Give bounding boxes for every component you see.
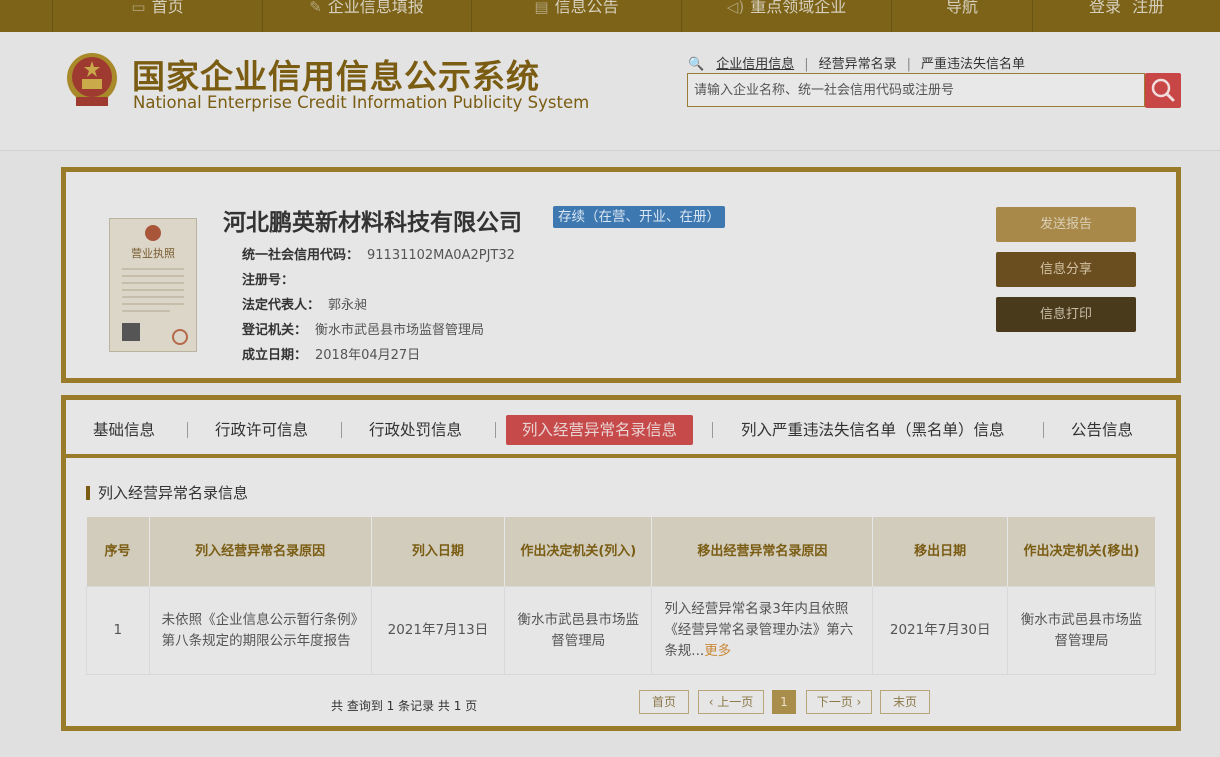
cell-date-out: 2021年7月30日 bbox=[872, 586, 1008, 675]
search-type-blacklist[interactable]: 严重违法失信名单 bbox=[921, 57, 1025, 72]
business-license-image[interactable]: 营业执照 bbox=[109, 218, 197, 352]
status-badge: 存续（在营、开业、在册） bbox=[553, 206, 725, 228]
tab-abnormal-list[interactable]: 列入经营异常名录信息 bbox=[506, 415, 694, 445]
search-type-links: 🔍 企业信用信息 | 经营异常名录 | 严重违法失信名单 bbox=[688, 57, 1026, 72]
nav-item-report[interactable]: ✎ 企业信息填报 bbox=[262, 0, 472, 32]
search-box bbox=[687, 73, 1145, 107]
magnifier-icon bbox=[1151, 78, 1175, 102]
search-type-abnormal[interactable]: 经营异常名录 bbox=[819, 57, 897, 72]
tab-bar: 基础信息 行政许可信息 行政处罚信息 列入经营异常名录信息 列入严重违法失信名单… bbox=[66, 400, 1176, 458]
col-header-reason-in: 列入经营异常名录原因 bbox=[149, 517, 372, 587]
pager-next[interactable]: 下一页 › bbox=[806, 690, 872, 714]
search-icon: 🔍 bbox=[688, 57, 705, 72]
record-count: 共 查询到 1 条记录 共 1 页 bbox=[331, 699, 478, 713]
col-header-date-out: 移出日期 bbox=[872, 517, 1008, 587]
cell-date-in: 2021年7月13日 bbox=[370, 586, 506, 675]
pager-last[interactable]: 末页 bbox=[880, 690, 930, 714]
info-reg-authority: 登记机关： 衡水市武邑县市场监督管理局 bbox=[242, 323, 485, 338]
table-header-row: 序号 列入经营异常名录原因 列入日期 作出决定机关(列入) 移出经营异常名录原因… bbox=[86, 517, 1157, 587]
nav-item-key-enterprise[interactable]: ◁) 重点领域企业 bbox=[682, 0, 892, 32]
license-label: 营业执照 bbox=[131, 246, 175, 260]
login-link[interactable]: 登录 bbox=[1089, 0, 1121, 16]
more-link[interactable]: 更多 bbox=[704, 643, 731, 659]
tab-basic-info[interactable]: 基础信息 bbox=[93, 415, 155, 445]
tab-admin-license[interactable]: 行政许可信息 bbox=[215, 415, 308, 445]
info-established-date: 成立日期： 2018年04月27日 bbox=[242, 348, 421, 363]
abnormal-list-table: 序号 列入经营异常名录原因 列入日期 作出决定机关(列入) 移出经营异常名录原因… bbox=[86, 517, 1157, 675]
company-card: 营业执照 河北鹏英新材料科技有限公司 存续（在营、开业、在册） 统一社会信用代码… bbox=[61, 167, 1181, 383]
cell-org-out: 衡水市武邑县市场监督管理局 bbox=[1006, 586, 1157, 675]
tab-admin-penalty[interactable]: 行政处罚信息 bbox=[369, 415, 462, 445]
print-info-button[interactable]: 信息打印 bbox=[996, 297, 1136, 332]
col-header-org-in: 作出决定机关(列入) bbox=[504, 517, 653, 587]
search-button[interactable] bbox=[1145, 73, 1181, 108]
site-title: 国家企业信用信息公示系统 bbox=[132, 57, 540, 96]
send-report-button[interactable]: 发送报告 bbox=[996, 207, 1136, 242]
nav-item-home[interactable]: ▭ 首页 bbox=[52, 0, 263, 32]
cell-no: 1 bbox=[86, 586, 150, 675]
register-link[interactable]: 注册 bbox=[1132, 0, 1164, 16]
speaker-icon: ◁) bbox=[726, 0, 745, 16]
info-reg-number: 注册号： bbox=[242, 273, 295, 288]
info-legal-rep: 法定代表人： 郭永昶 bbox=[242, 298, 368, 313]
pager-first[interactable]: 首页 bbox=[639, 690, 689, 714]
tab-blacklist[interactable]: 列入严重违法失信名单（黑名单）信息 bbox=[741, 415, 1005, 445]
site-header: 国家企业信用信息公示系统 National Enterprise Credit … bbox=[0, 32, 1220, 151]
col-header-org-out: 作出决定机关(移出) bbox=[1007, 517, 1157, 587]
cell-org-in: 衡水市武邑县市场监督管理局 bbox=[504, 586, 653, 675]
col-header-reason-out: 移出经营异常名录原因 bbox=[651, 517, 874, 587]
national-emblem-icon bbox=[67, 53, 117, 106]
cell-reason-out: 列入经营异常名录3年内且依照《经营异常名录管理办法》第六条规...更多 bbox=[651, 586, 874, 675]
info-credit-code: 统一社会信用代码： 91131102MA0A2PJT32 bbox=[242, 248, 515, 263]
monitor-icon: ▭ bbox=[131, 0, 146, 16]
site-title-en: National Enterprise Credit Information P… bbox=[133, 93, 590, 112]
nav-item-announcement[interactable]: ▤ 信息公告 bbox=[472, 0, 682, 32]
pager-prev[interactable]: ‹ 上一页 bbox=[698, 690, 764, 714]
tab-announcements[interactable]: 公告信息 bbox=[1071, 415, 1133, 445]
share-info-button[interactable]: 信息分享 bbox=[996, 252, 1136, 287]
pager-current[interactable]: 1 bbox=[772, 690, 796, 714]
search-input[interactable] bbox=[688, 74, 1144, 106]
top-nav: ▭ 首页 ✎ 企业信息填报 ▤ 信息公告 ◁) 重点领域企业 导航 登录 注册 bbox=[0, 0, 1220, 32]
col-header-no: 序号 bbox=[86, 517, 150, 587]
cell-reason-in: 未依照《企业信息公示暂行条例》第八条规定的期限公示年度报告 bbox=[148, 586, 372, 675]
login-register: 登录 注册 bbox=[1089, 0, 1170, 16]
info-panel: 基础信息 行政许可信息 行政处罚信息 列入经营异常名录信息 列入严重违法失信名单… bbox=[61, 395, 1181, 731]
pen-icon: ✎ bbox=[309, 0, 322, 16]
table-row: 1 未依照《企业信息公示暂行条例》第八条规定的期限公示年度报告 2021年7月1… bbox=[86, 586, 1157, 675]
section-title: 列入经营异常名录信息 bbox=[86, 486, 248, 501]
search-type-credit[interactable]: 企业信用信息 bbox=[716, 57, 794, 72]
col-header-date-in: 列入日期 bbox=[371, 517, 506, 587]
nav-item-navigation[interactable]: 导航 bbox=[892, 0, 1033, 32]
company-name: 河北鹏英新材料科技有限公司 bbox=[223, 210, 522, 236]
document-icon: ▤ bbox=[534, 0, 549, 16]
